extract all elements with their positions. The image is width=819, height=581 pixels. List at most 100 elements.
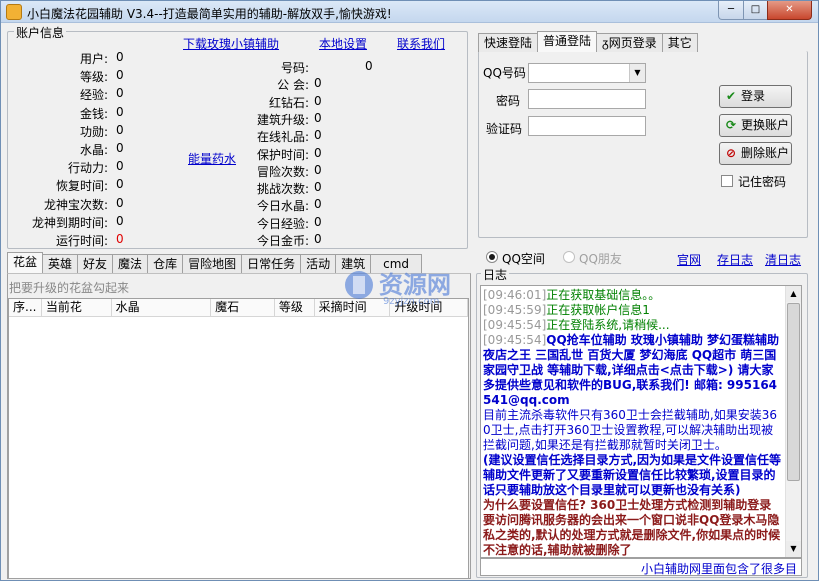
account-mid-field-label: 今日经验: xyxy=(256,216,309,231)
account-mid-field-value: 0 xyxy=(314,110,322,125)
account-mid-field-label: 今日水晶: xyxy=(256,199,309,214)
account-left-field-value: 0 xyxy=(116,177,124,192)
log-text: 正在获取基础信息。。 xyxy=(546,288,661,302)
tab-buildings[interactable]: 建筑 xyxy=(335,254,372,273)
col-current-flower[interactable]: 当前花 xyxy=(42,299,112,317)
download-rose-town-link[interactable]: 下载玫瑰小镇辅助 xyxy=(183,35,279,52)
login-tabs: 快速登陆 普通登陆 ᵹ网页登录 其它 xyxy=(478,31,698,53)
remember-password-checkbox[interactable] xyxy=(721,175,733,187)
account-mid-field-label: 在线礼品: xyxy=(256,130,309,145)
account-info-title: 账户信息 xyxy=(14,24,67,41)
col-upgrade-time[interactable]: 升级时间 xyxy=(390,299,468,317)
clear-log-link[interactable]: 清日志 xyxy=(765,251,801,268)
close-button[interactable]: ✕ xyxy=(767,1,812,20)
tab-web-login[interactable]: ᵹ网页登录 xyxy=(596,33,663,52)
local-settings-link[interactable]: 本地设置 xyxy=(319,35,367,52)
account-left-field-label: 行动力: xyxy=(67,161,108,176)
account-mid-field-label: 冒险次数: xyxy=(256,164,309,179)
log-line: (建议设置信任选择目录方式,因为如果是文件设置信任等辅助文件更新了又要重新设置信… xyxy=(483,453,783,498)
pot-hint: 把要升级的花盆勾起来 xyxy=(9,281,130,295)
login-button[interactable]: ✔ 登录 xyxy=(719,85,792,108)
account-mid-field-value: 0 xyxy=(314,76,322,91)
switch-account-button[interactable]: ⟳ 更换账户 xyxy=(719,114,792,137)
log-box[interactable]: [09:46:01]正在获取基础信息。。 [09:45:59]正在获取帐户信息1[… xyxy=(480,285,802,558)
scroll-thumb[interactable] xyxy=(787,303,800,481)
tab-flower-pot[interactable]: 花盆 xyxy=(7,252,44,273)
official-site-link[interactable]: 官网 xyxy=(677,251,701,268)
minimize-button[interactable]: ─ xyxy=(718,1,744,20)
scroll-up-icon[interactable]: ▲ xyxy=(786,286,801,302)
captcha-label: 验证码 xyxy=(486,122,523,136)
account-left-field-label: 恢复时间: xyxy=(55,179,108,194)
tab-other[interactable]: 其它 xyxy=(661,33,698,52)
log-line: [09:45:54]正在登陆系统,请稍候... xyxy=(483,318,783,333)
app-logo-icon xyxy=(6,4,22,20)
save-log-link[interactable]: 存日志 xyxy=(717,251,753,268)
log-scrollbar[interactable]: ▲ ▼ xyxy=(785,286,801,557)
pot-table[interactable]: 序... 当前花 水晶 魔石 等级 采摘时间 升级时间 xyxy=(8,298,469,579)
account-mid-field-label: 号码: xyxy=(280,61,309,75)
tab-web-login-label: 网页登录 xyxy=(608,36,657,50)
col-pick-time[interactable]: 采摘时间 xyxy=(315,299,391,317)
log-line: 目前主流杀毒软件只有360卫士会拦截辅助,如果安装360卫士,点击打开360卫士… xyxy=(483,408,783,453)
log-text: 正在获取帐户信息1 xyxy=(546,303,650,317)
tab-magic[interactable]: 魔法 xyxy=(112,254,149,273)
tab-events[interactable]: 活动 xyxy=(300,254,337,273)
log-line: [09:45:59]正在获取帐户信息1 xyxy=(483,303,783,318)
tab-hero[interactable]: 英雄 xyxy=(42,254,79,273)
tab-adventure-map[interactable]: 冒险地图 xyxy=(182,254,243,273)
account-left-field-value: 0 xyxy=(116,159,124,174)
account-mid-field-value: 0 xyxy=(314,197,322,212)
account-mid-field-value: 0 xyxy=(365,59,373,73)
account-left-field-label: 龙神到期时间: xyxy=(31,215,108,230)
tab-normal-login[interactable]: 普通登陆 xyxy=(537,31,598,52)
pot-table-header: 序... 当前花 水晶 魔石 等级 采摘时间 升级时间 xyxy=(9,299,468,317)
account-left-field-value: 0 xyxy=(116,141,124,155)
delete-account-button[interactable]: ⊘ 删除账户 xyxy=(719,142,792,165)
refresh-icon: ⟳ xyxy=(725,118,737,132)
captcha-field[interactable] xyxy=(528,116,646,136)
delete-account-label: 删除账户 xyxy=(741,146,790,160)
tab-warehouse[interactable]: 仓库 xyxy=(147,254,184,273)
tab-quick-login[interactable]: 快速登陆 xyxy=(478,33,539,52)
qq-number-combo[interactable]: ▼ xyxy=(528,63,646,83)
col-index[interactable]: 序... xyxy=(9,299,42,317)
col-magic-stone[interactable]: 魔石 xyxy=(211,299,275,317)
account-mid-field-value: 0 xyxy=(314,128,322,143)
chevron-down-icon[interactable]: ▼ xyxy=(629,64,645,82)
contact-us-link[interactable]: 联系我们 xyxy=(397,35,445,52)
maximize-button[interactable]: □ xyxy=(743,1,768,20)
account-left-field-label: 经验: xyxy=(79,88,108,103)
account-mid-field-label: 红钻石: xyxy=(268,95,309,110)
qq-friend-radio[interactable] xyxy=(563,251,575,263)
log-text: (建议设置信任选择目录方式,因为如果是文件设置信任等辅助文件更新了又要重新设置信… xyxy=(483,453,782,497)
account-mid-field-value: 0 xyxy=(314,145,322,160)
account-mid-field-label: 保护时间: xyxy=(256,147,309,162)
qq-number-label: QQ号码 xyxy=(483,66,526,80)
forbidden-icon: ⊘ xyxy=(725,146,737,160)
log-title: 日志 xyxy=(481,266,510,283)
account-mid-field-label: 公 会: xyxy=(277,78,309,93)
account-left-field-value: 0 xyxy=(116,104,124,119)
tab-friends[interactable]: 好友 xyxy=(77,254,114,273)
check-icon: ✔ xyxy=(725,89,737,103)
qq-space-radio[interactable] xyxy=(486,251,498,263)
account-left-field-label: 用户: xyxy=(79,52,108,66)
tab-cmd[interactable]: cmd xyxy=(370,254,423,273)
tab-daily-tasks[interactable]: 日常任务 xyxy=(241,254,302,273)
account-mid-field-value: 0 xyxy=(314,180,322,195)
log-timestamp: [09:45:54] xyxy=(483,333,547,347)
web-login-icon: ᵹ xyxy=(602,36,609,50)
col-level[interactable]: 等级 xyxy=(275,299,315,317)
account-left-field-value: 0 xyxy=(116,122,124,137)
title-bar: 小白魔法花园辅助 V3.4--打造最简单实用的辅助-解放双手,愉快游戏! ─ □… xyxy=(1,1,818,23)
log-line: [09:45:54]QQ抢车位辅助 玫瑰小镇辅助 梦幻蛋糕辅助 夜店之王 三国乱… xyxy=(483,333,783,408)
scroll-down-icon[interactable]: ▼ xyxy=(786,541,801,557)
col-crystal[interactable]: 水晶 xyxy=(112,299,212,317)
account-left-field-value: 0 xyxy=(116,232,124,246)
log-timestamp: [09:46:01] xyxy=(483,288,547,302)
log-line: [09:46:01]正在获取基础信息。。 xyxy=(483,288,783,303)
account-left-field-label: 运行时间: xyxy=(55,234,108,248)
account-mid-field-label: 建筑升级: xyxy=(256,112,309,127)
password-field[interactable] xyxy=(528,89,646,109)
